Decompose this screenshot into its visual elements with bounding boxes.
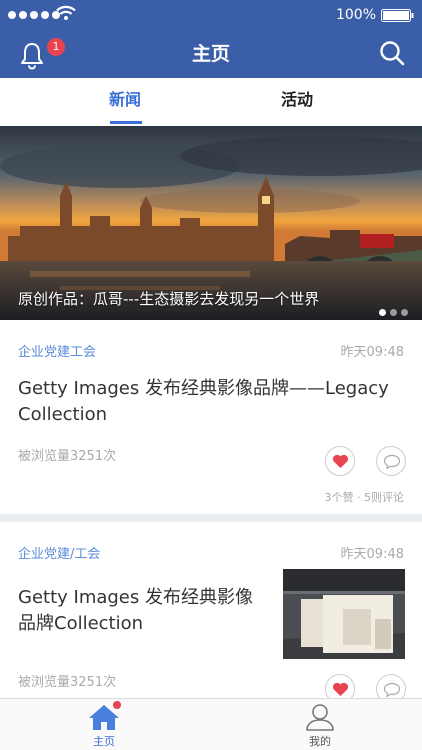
article-time: 昨天09:48 <box>340 345 404 360</box>
tabbar-label: 主页 <box>93 735 115 748</box>
article-title[interactable]: Getty Images 发布经典影像品牌Collection <box>18 585 268 637</box>
bottom-tab-bar: 主页 我的 <box>0 698 422 750</box>
comment-icon <box>383 454 401 470</box>
battery-icon <box>381 9 414 22</box>
header: 100% 1 主页 <box>0 0 422 78</box>
tabbar-label: 我的 <box>309 735 331 748</box>
comment-icon <box>383 682 401 698</box>
carousel-dot[interactable] <box>401 309 408 316</box>
nav-bar: 1 主页 <box>0 30 422 78</box>
article-category[interactable]: 企业党建/工会 <box>18 543 100 562</box>
page-title: 主页 <box>191 43 230 65</box>
tabbar-me[interactable]: 我的 <box>280 699 360 750</box>
battery-percentage: 100% <box>335 7 376 23</box>
carousel-indicator <box>379 309 408 316</box>
active-tab-indicator <box>110 121 142 124</box>
article-card[interactable]: 企业党建工会 昨天09:48 Getty Images 发布经典影像品牌——Le… <box>0 320 422 514</box>
article-stats: 3个赞 · 5则评论 <box>324 491 405 504</box>
card-divider <box>0 514 422 522</box>
article-time: 昨天09:48 <box>340 547 404 562</box>
content-tabs: 新闻 活动 <box>0 78 422 126</box>
tabbar-notification-dot <box>113 701 121 709</box>
comment-button[interactable] <box>376 446 406 476</box>
article-thumbnail-image <box>283 569 405 659</box>
carousel-dot[interactable] <box>390 309 397 316</box>
tab-activity[interactable]: 活动 <box>237 78 357 126</box>
article-category[interactable]: 企业党建工会 <box>18 341 96 360</box>
heart-icon <box>332 454 349 468</box>
user-icon <box>306 704 334 731</box>
status-bar: 100% <box>0 0 422 30</box>
banner-caption: 原创作品：瓜哥---生态摄影去发现另一个世界 <box>18 290 320 308</box>
carousel-dot[interactable] <box>379 309 386 316</box>
banner-carousel[interactable]: 原创作品：瓜哥---生态摄影去发现另一个世界 <box>0 126 422 320</box>
tab-news[interactable]: 新闻 <box>65 78 185 126</box>
article-card[interactable]: 企业党建/工会 昨天09:48 Getty Images 发布经典影像品牌Col… <box>0 522 422 704</box>
search-icon[interactable] <box>378 39 406 67</box>
tabbar-home[interactable]: 主页 <box>64 699 144 750</box>
article-views: 被浏览量3251次 <box>18 675 117 690</box>
like-button[interactable] <box>325 446 355 476</box>
signal-dots-icon <box>8 11 60 19</box>
article-thumbnail[interactable] <box>283 569 405 659</box>
article-title[interactable]: Getty Images 发布经典影像品牌——Legacy Collection <box>18 376 408 428</box>
article-views: 被浏览量3251次 <box>18 449 117 464</box>
heart-icon <box>332 682 349 696</box>
wifi-icon <box>56 5 76 20</box>
